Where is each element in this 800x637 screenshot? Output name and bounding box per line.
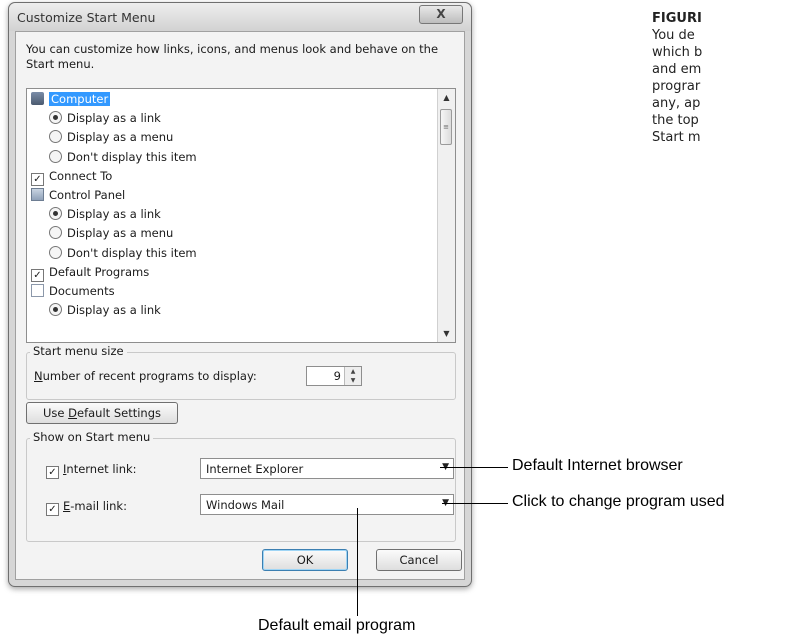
radio-selected-icon bbox=[49, 207, 62, 221]
email-program-combo[interactable]: Windows Mail ▼ bbox=[200, 494, 454, 515]
figure-caption-line: prograr bbox=[652, 79, 701, 94]
callout-line-change-program bbox=[442, 503, 508, 504]
close-button[interactable]: X bbox=[419, 5, 463, 24]
dialog-title: Customize Start Menu bbox=[17, 10, 156, 25]
list-category-header[interactable]: Control Panel bbox=[31, 187, 125, 203]
customize-start-menu-dialog: Customize Start Menu X You can customize… bbox=[8, 2, 472, 587]
callout-line-internet-browser bbox=[440, 467, 508, 468]
scroll-down-arrow-icon[interactable]: ▼ bbox=[438, 325, 455, 342]
callout-click-to-change-program: Click to change program used bbox=[512, 493, 725, 510]
callout-default-email-program: Default email program bbox=[258, 617, 416, 634]
internet-link-checkbox[interactable]: ✓ Internet link: bbox=[46, 462, 137, 479]
description-text: You can customize how links, icons, and … bbox=[26, 42, 439, 71]
email-link-checkbox[interactable]: ✓ E-mail link: bbox=[46, 499, 127, 516]
documents-icon bbox=[31, 284, 44, 297]
title-bar[interactable]: Customize Start Menu X bbox=[9, 3, 471, 31]
checkbox-checked-icon: ✓ bbox=[31, 172, 44, 186]
recent-programs-label: Number of recent programs to display: bbox=[34, 369, 257, 383]
figure-caption: FIGURI You de which b and em prograr any… bbox=[652, 10, 800, 146]
show-on-start-menu-label: Show on Start menu bbox=[30, 430, 154, 444]
recent-programs-spinner[interactable]: 9 ▲ ▼ bbox=[306, 366, 362, 386]
list-category-header[interactable]: Computer bbox=[31, 91, 111, 107]
callout-default-internet-browser: Default Internet browser bbox=[512, 457, 683, 474]
radio-unselected-icon bbox=[49, 245, 62, 259]
recent-programs-value: 9 bbox=[333, 369, 341, 383]
list-item-label: Connect To bbox=[49, 168, 113, 183]
cancel-button[interactable]: Cancel bbox=[376, 549, 462, 571]
list-checkbox-item[interactable]: ✓ Default Programs bbox=[31, 264, 150, 282]
ok-button[interactable]: OK bbox=[262, 549, 348, 571]
list-item-label: Computer bbox=[49, 92, 111, 106]
callout-line-email-program bbox=[357, 508, 358, 616]
radio-unselected-icon bbox=[49, 149, 62, 163]
list-item-label: Documents bbox=[49, 284, 115, 298]
spin-down-icon[interactable]: ▼ bbox=[344, 376, 361, 385]
scroll-thumb[interactable]: ≡ bbox=[440, 109, 452, 145]
list-item-label: Display as a link bbox=[67, 111, 161, 126]
use-default-settings-button[interactable]: Use Default Settings bbox=[26, 402, 178, 424]
list-radio-option[interactable]: Display as a link bbox=[49, 206, 161, 222]
list-radio-option[interactable]: Display as a menu bbox=[49, 225, 173, 241]
internet-browser-combo[interactable]: Internet Explorer ▼ bbox=[200, 458, 454, 479]
figure-caption-line: You de bbox=[652, 28, 695, 43]
list-radio-option[interactable]: Don't display this item bbox=[49, 149, 197, 165]
start-menu-size-label: Start menu size bbox=[30, 344, 127, 358]
control-panel-icon bbox=[31, 188, 44, 201]
list-item-label: Display as a menu bbox=[67, 130, 174, 145]
list-checkbox-item[interactable]: ✓ Connect To bbox=[31, 168, 113, 186]
radio-selected-icon bbox=[49, 303, 62, 317]
checkbox-checked-icon: ✓ bbox=[31, 268, 44, 282]
list-item-label: Default Programs bbox=[49, 264, 150, 279]
show-on-start-menu-group bbox=[26, 438, 456, 542]
list-radio-option[interactable]: Display as a link bbox=[49, 110, 161, 126]
list-item-label: Display as a menu bbox=[67, 226, 174, 241]
list-category-header[interactable]: Documents bbox=[31, 283, 115, 299]
scroll-up-arrow-icon[interactable]: ▲ bbox=[438, 89, 455, 106]
figure-caption-title: FIGURI bbox=[652, 11, 702, 26]
list-item-label: Don't display this item bbox=[67, 245, 197, 260]
list-radio-option[interactable]: Display as a link bbox=[49, 302, 161, 318]
figure-caption-line: any, ap bbox=[652, 96, 701, 111]
computer-icon bbox=[31, 92, 44, 105]
spin-up-icon[interactable]: ▲ bbox=[344, 367, 361, 376]
radio-unselected-icon bbox=[49, 226, 62, 240]
list-item-label: Display as a link bbox=[67, 303, 161, 318]
list-item-label: Display as a link bbox=[67, 207, 161, 222]
figure-caption-line: which b bbox=[652, 45, 703, 60]
figure-caption-line: the top bbox=[652, 113, 699, 128]
checkbox-checked-icon: ✓ bbox=[46, 466, 59, 479]
radio-unselected-icon bbox=[49, 130, 62, 144]
figure-caption-line: Start m bbox=[652, 130, 701, 145]
email-program-value: Windows Mail bbox=[206, 498, 285, 512]
start-menu-items-list[interactable]: Computer Display as a link Display as a me… bbox=[26, 88, 456, 343]
internet-browser-value: Internet Explorer bbox=[206, 462, 304, 476]
list-radio-option[interactable]: Don't display this item bbox=[49, 245, 197, 261]
list-radio-option[interactable]: Display as a menu bbox=[49, 129, 173, 145]
figure-caption-line: and em bbox=[652, 62, 702, 77]
radio-selected-icon bbox=[49, 111, 62, 125]
dialog-client-area: You can customize how links, icons, and … bbox=[15, 31, 465, 580]
list-item-label: Don't display this item bbox=[67, 149, 197, 164]
list-scrollbar[interactable]: ▲ ≡ ▼ bbox=[437, 89, 455, 342]
checkbox-checked-icon: ✓ bbox=[46, 503, 59, 516]
list-item-label: Control Panel bbox=[49, 188, 126, 202]
